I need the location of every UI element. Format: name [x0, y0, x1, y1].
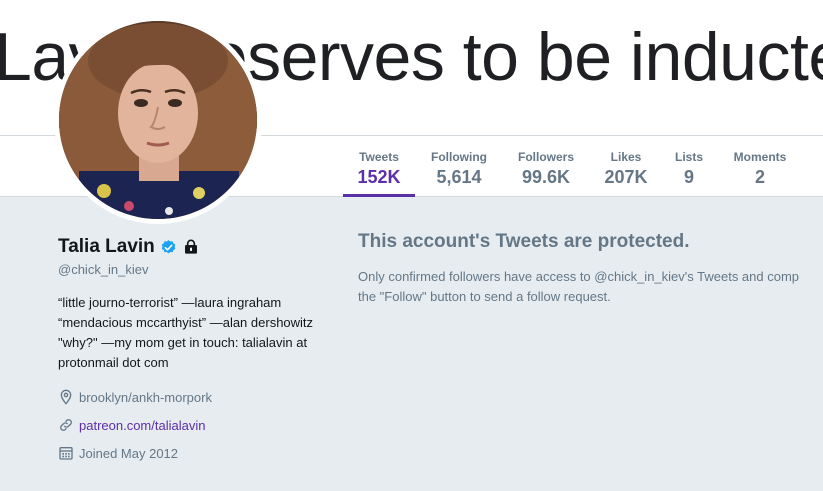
joined-row: Joined May 2012 [58, 443, 318, 463]
moments-label: Moments [733, 150, 787, 164]
following-count: 5,614 [436, 167, 482, 187]
link-icon [60, 419, 72, 431]
likes-count: 207K [604, 167, 648, 187]
joined-date: Joined May 2012 [79, 445, 179, 461]
display-name[interactable]: Talia Lavin [58, 236, 155, 258]
protected-message-line1: Only confirmed followers have access to … [358, 269, 800, 284]
profile-avatar[interactable] [54, 16, 262, 224]
active-tab-underline [343, 194, 415, 197]
profile-card: Talia Lavin @chick_in_kiev “little journ… [58, 234, 318, 463]
calendar-icon [59, 447, 73, 460]
screen-name[interactable]: @chick_in_kiev [58, 262, 318, 277]
tweets-stat[interactable]: Tweets 152K [343, 136, 415, 197]
followers-label: Followers [517, 150, 574, 164]
tweets-count: 152K [357, 167, 401, 187]
website-link[interactable]: patreon.com/talialavin [79, 418, 205, 433]
tweets-label: Tweets [359, 150, 399, 164]
website-row: patreon.com/talialavin [58, 415, 318, 435]
protected-notice: This account's Tweets are protected. Onl… [358, 231, 823, 307]
avatar-photo [59, 21, 257, 219]
following-label: Following [431, 150, 487, 164]
location-text: brooklyn/ankh-morpork [79, 389, 212, 405]
protected-message: Only confirmed followers have access to … [358, 267, 823, 307]
likes-stat[interactable]: Likes 207K [599, 136, 653, 197]
lists-stat[interactable]: Lists 9 [670, 136, 708, 197]
protected-title: This account's Tweets are protected. [358, 231, 690, 252]
moments-count: 2 [754, 167, 765, 187]
likes-label: Likes [610, 150, 642, 164]
bio: “little journo-terrorist” —laura ingraha… [58, 295, 314, 370]
lock-icon [184, 239, 197, 254]
followers-count: 99.6K [521, 167, 571, 187]
name-row: Talia Lavin [58, 234, 318, 260]
protected-message-line2: the "Follow" button to send a follow req… [358, 289, 611, 304]
moments-stat[interactable]: Moments 2 [728, 136, 792, 197]
location-row: brooklyn/ankh-morpork [58, 387, 318, 407]
verified-badge-icon [161, 239, 176, 253]
location-pin-icon [60, 389, 72, 405]
following-stat[interactable]: Following 5,614 [424, 136, 494, 197]
followers-stat[interactable]: Followers 99.6K [511, 136, 581, 197]
lists-count: 9 [683, 167, 694, 187]
lists-label: Lists [674, 150, 703, 164]
